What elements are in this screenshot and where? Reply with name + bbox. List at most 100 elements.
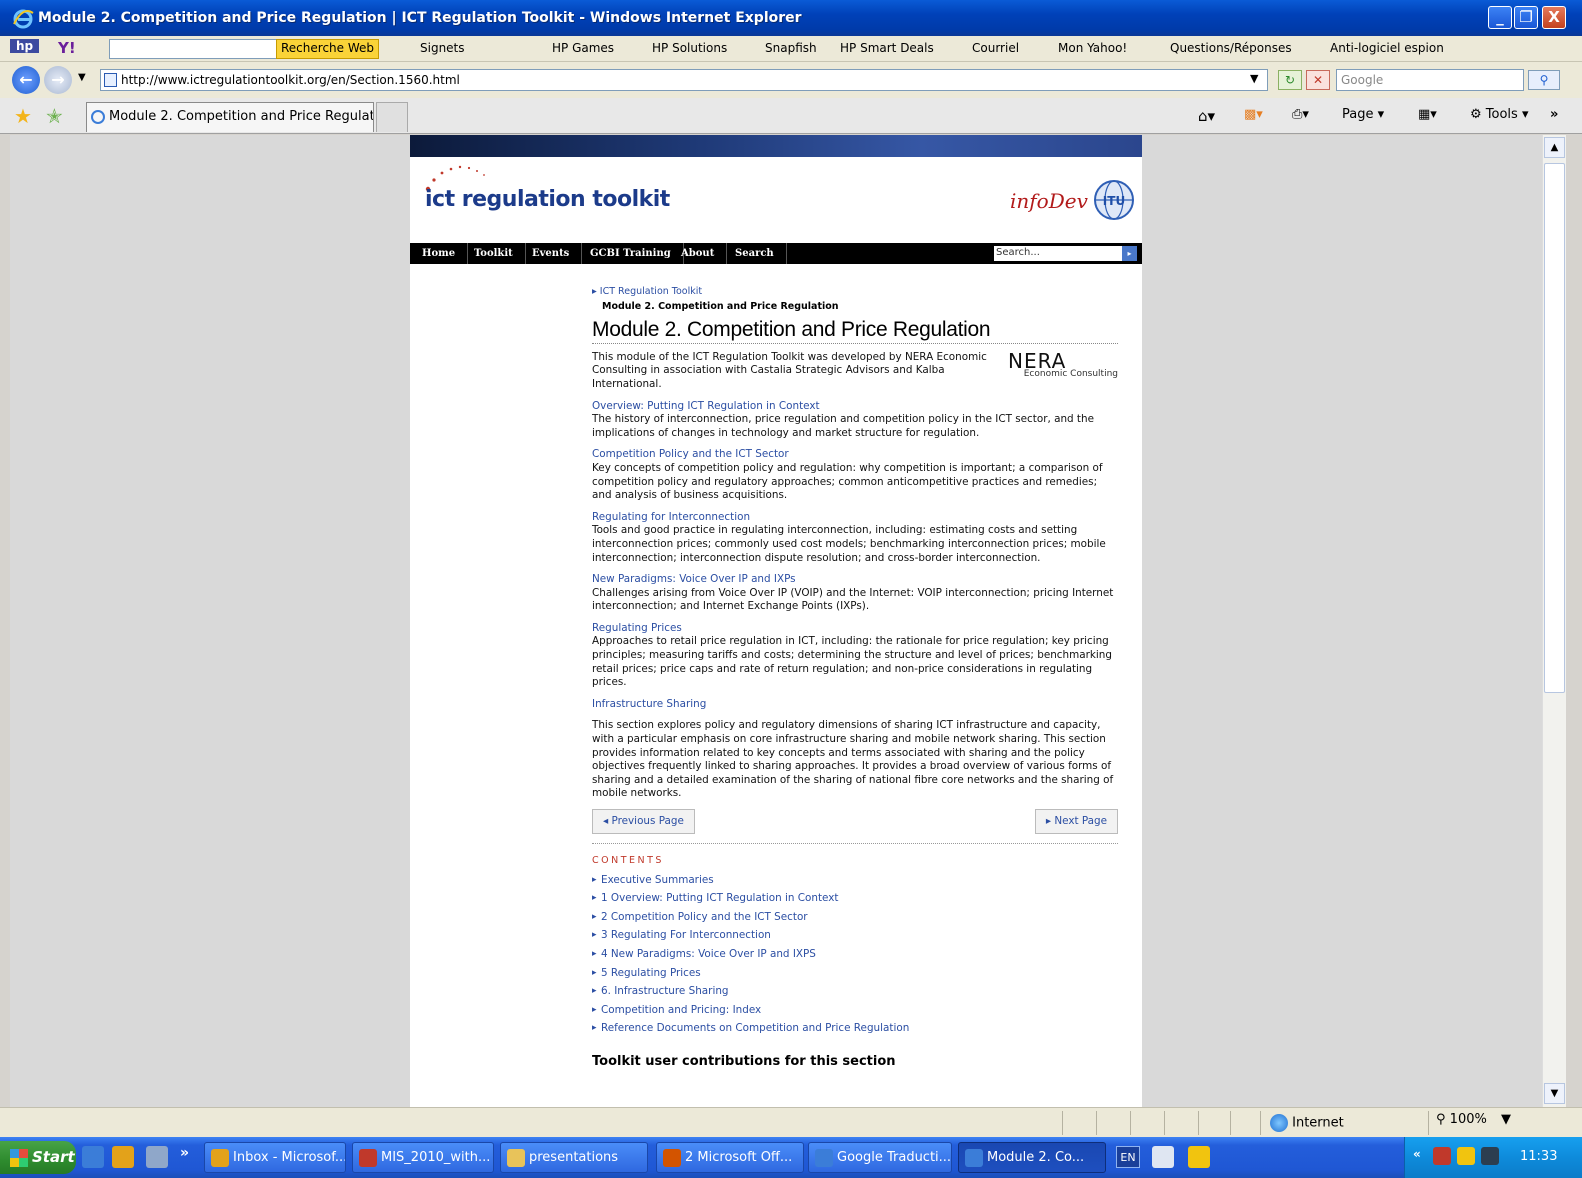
yahoo-search-input[interactable]: [109, 39, 289, 59]
task-google-translate[interactable]: Google Traducti...: [808, 1142, 952, 1173]
hp-logo-icon[interactable]: hp: [10, 39, 40, 53]
internet-explorer-icon: [13, 9, 34, 29]
task-pdf[interactable]: MIS_2010_with...: [352, 1142, 494, 1173]
zoom-dropdown-icon[interactable]: ▼: [1501, 1112, 1511, 1127]
scroll-up-icon[interactable]: ▲: [1544, 137, 1565, 158]
nav-events[interactable]: Events: [520, 243, 583, 264]
nav-home[interactable]: Home: [410, 243, 469, 264]
scroll-down-icon[interactable]: ▼: [1544, 1083, 1565, 1104]
quicklaunch-desktop-icon[interactable]: [146, 1146, 168, 1168]
new-tab-button[interactable]: [376, 102, 408, 132]
security-alert-icon[interactable]: [1433, 1147, 1451, 1165]
infodev-logo[interactable]: infoDev: [1010, 189, 1088, 213]
favorites-star-icon[interactable]: ★: [14, 104, 32, 128]
page-icon: [104, 73, 117, 87]
refresh-icon[interactable]: ↻: [1278, 70, 1302, 90]
security-zone-label: Internet: [1292, 1115, 1344, 1131]
toolbar-item-hp-games[interactable]: HP Games: [552, 41, 614, 55]
add-favorite-icon[interactable]: ✭: [46, 104, 63, 128]
toolbar-item-courriel[interactable]: Courriel: [972, 41, 1019, 55]
nav-about[interactable]: About: [669, 243, 728, 264]
page-menu[interactable]: Page ▾: [1342, 107, 1384, 122]
maximize-button[interactable]: ❐: [1514, 6, 1538, 29]
start-button[interactable]: Start: [0, 1141, 76, 1174]
home-icon[interactable]: ⌂▾: [1198, 107, 1215, 125]
stop-icon[interactable]: ✕: [1306, 70, 1330, 90]
tab-active[interactable]: Module 2. Competition and Price Regulati…: [86, 102, 374, 132]
previous-page-button[interactable]: ◂ Previous Page: [592, 809, 695, 834]
feeds-icon[interactable]: ▩▾: [1244, 107, 1263, 122]
language-indicator[interactable]: EN: [1116, 1146, 1140, 1168]
toolbar-item-snapfish[interactable]: Snapfish: [765, 41, 817, 55]
tools-menu[interactable]: ⚙ Tools ▾: [1470, 107, 1529, 122]
scroll-thumb[interactable]: [1544, 163, 1565, 693]
section-link-competition-policy[interactable]: Competition Policy and the ICT Sector: [592, 448, 789, 460]
quicklaunch-outlook-icon[interactable]: [112, 1146, 134, 1168]
print-icon[interactable]: ⎙▾: [1292, 107, 1309, 122]
toolbar-item-questions[interactable]: Questions/Réponses: [1170, 41, 1292, 55]
address-dropdown-icon[interactable]: ▼: [1250, 72, 1258, 85]
next-page-button[interactable]: ▸ Next Page: [1034, 809, 1118, 834]
quicklaunch-ie-icon[interactable]: [82, 1146, 104, 1168]
contents-item[interactable]: Reference Documents on Competition and P…: [592, 1022, 1118, 1041]
keyboard-icon[interactable]: [1152, 1146, 1174, 1168]
toolbar-item-hp-solutions[interactable]: HP Solutions: [652, 41, 727, 55]
contents-item[interactable]: Competition and Pricing: Index: [592, 1004, 1118, 1023]
contents-item[interactable]: 1 Overview: Putting ICT Regulation in Co…: [592, 892, 1118, 911]
task-office[interactable]: 2 Microsoft Off...: [656, 1142, 804, 1173]
toolbar-item-hp-smart-deals[interactable]: HP Smart Deals: [840, 41, 934, 55]
breadcrumb-parent-link[interactable]: ICT Regulation Toolkit: [600, 286, 702, 297]
site-search-go-icon[interactable]: ▸: [1122, 246, 1137, 261]
minimize-button[interactable]: _: [1488, 6, 1512, 29]
task-folder[interactable]: presentations: [500, 1142, 648, 1173]
contents-item[interactable]: 6. Infrastructure Sharing: [592, 985, 1118, 1004]
toolbar-item-mon-yahoo[interactable]: Mon Yahoo!: [1058, 41, 1127, 55]
nav-toolkit[interactable]: Toolkit: [462, 243, 526, 264]
yahoo-search-button[interactable]: Recherche Web: [276, 39, 379, 59]
task-module-2[interactable]: Module 2. Co...: [958, 1142, 1106, 1173]
network-icon[interactable]: [1481, 1147, 1499, 1165]
contents-item[interactable]: 2 Competition Policy and the ICT Sector: [592, 911, 1118, 930]
contents-item[interactable]: 5 Regulating Prices: [592, 967, 1118, 986]
nav-search[interactable]: Search: [723, 243, 787, 264]
contents-item[interactable]: 4 New Paradigms: Voice Over IP and IXPS: [592, 948, 1118, 967]
status-cell: [1130, 1111, 1131, 1135]
section-link-voip[interactable]: New Paradigms: Voice Over IP and IXPs: [592, 573, 796, 585]
itu-logo-icon[interactable]: ITU: [1093, 179, 1135, 221]
wifi-icon[interactable]: [1457, 1147, 1475, 1165]
toolbar-item-antispyware[interactable]: Anti-logiciel espion: [1330, 41, 1444, 55]
contents-list: Executive Summaries 1 Overview: Putting …: [592, 874, 1118, 1041]
section-link-infrastructure-sharing[interactable]: Infrastructure Sharing: [592, 698, 706, 710]
back-button[interactable]: ←: [12, 66, 40, 94]
quicklaunch-more-icon[interactable]: »: [180, 1145, 189, 1161]
vertical-scrollbar[interactable]: ▲ ▼: [1542, 135, 1566, 1107]
toolbar-item-signets[interactable]: Signets: [420, 41, 465, 55]
address-input[interactable]: http://www.ictregulationtoolkit.org/en/S…: [100, 69, 1268, 91]
window-title-bar[interactable]: Module 2. Competition and Price Regulati…: [0, 0, 1582, 36]
windows-logo-icon: [10, 1149, 28, 1167]
section-link-regulating-prices[interactable]: Regulating Prices: [592, 622, 682, 634]
close-button[interactable]: X: [1542, 6, 1566, 29]
intro-text: This module of the ICT Regulation Toolki…: [592, 350, 987, 390]
google-search-input[interactable]: Google: [1336, 69, 1524, 91]
section-desc-regulating-prices: Approaches to retail price regulation in…: [592, 635, 1112, 689]
tray-expand-icon[interactable]: «: [1413, 1147, 1421, 1161]
web-page: ict regulation toolkit infoDev ITU Home …: [410, 135, 1142, 1107]
section-link-overview[interactable]: Overview: Putting ICT Regulation in Cont…: [592, 400, 820, 412]
contents-item[interactable]: Executive Summaries: [592, 874, 1118, 893]
zoom-control[interactable]: ⚲ 100% ▼: [1436, 1112, 1511, 1127]
nav-gcbi-training[interactable]: GCBI Training: [578, 243, 684, 264]
contents-item[interactable]: 3 Regulating For Interconnection: [592, 929, 1118, 948]
search-icon[interactable]: ⚲: [1528, 70, 1560, 90]
forward-button[interactable]: →: [44, 66, 72, 94]
site-header: ict regulation toolkit infoDev ITU: [410, 157, 1142, 243]
chevron-right-icon[interactable]: »: [1550, 107, 1558, 122]
help-icon[interactable]: [1188, 1146, 1210, 1168]
site-logo[interactable]: ict regulation toolkit: [425, 187, 670, 212]
task-inbox[interactable]: Inbox - Microsof...: [204, 1142, 346, 1173]
history-dropdown-icon[interactable]: ▼: [78, 72, 86, 83]
yahoo-logo-icon[interactable]: Y!: [58, 39, 76, 57]
section-link-interconnection[interactable]: Regulating for Interconnection: [592, 511, 750, 523]
safety-icon[interactable]: ▦▾: [1418, 107, 1437, 122]
site-search-input[interactable]: Search...: [994, 246, 1122, 261]
